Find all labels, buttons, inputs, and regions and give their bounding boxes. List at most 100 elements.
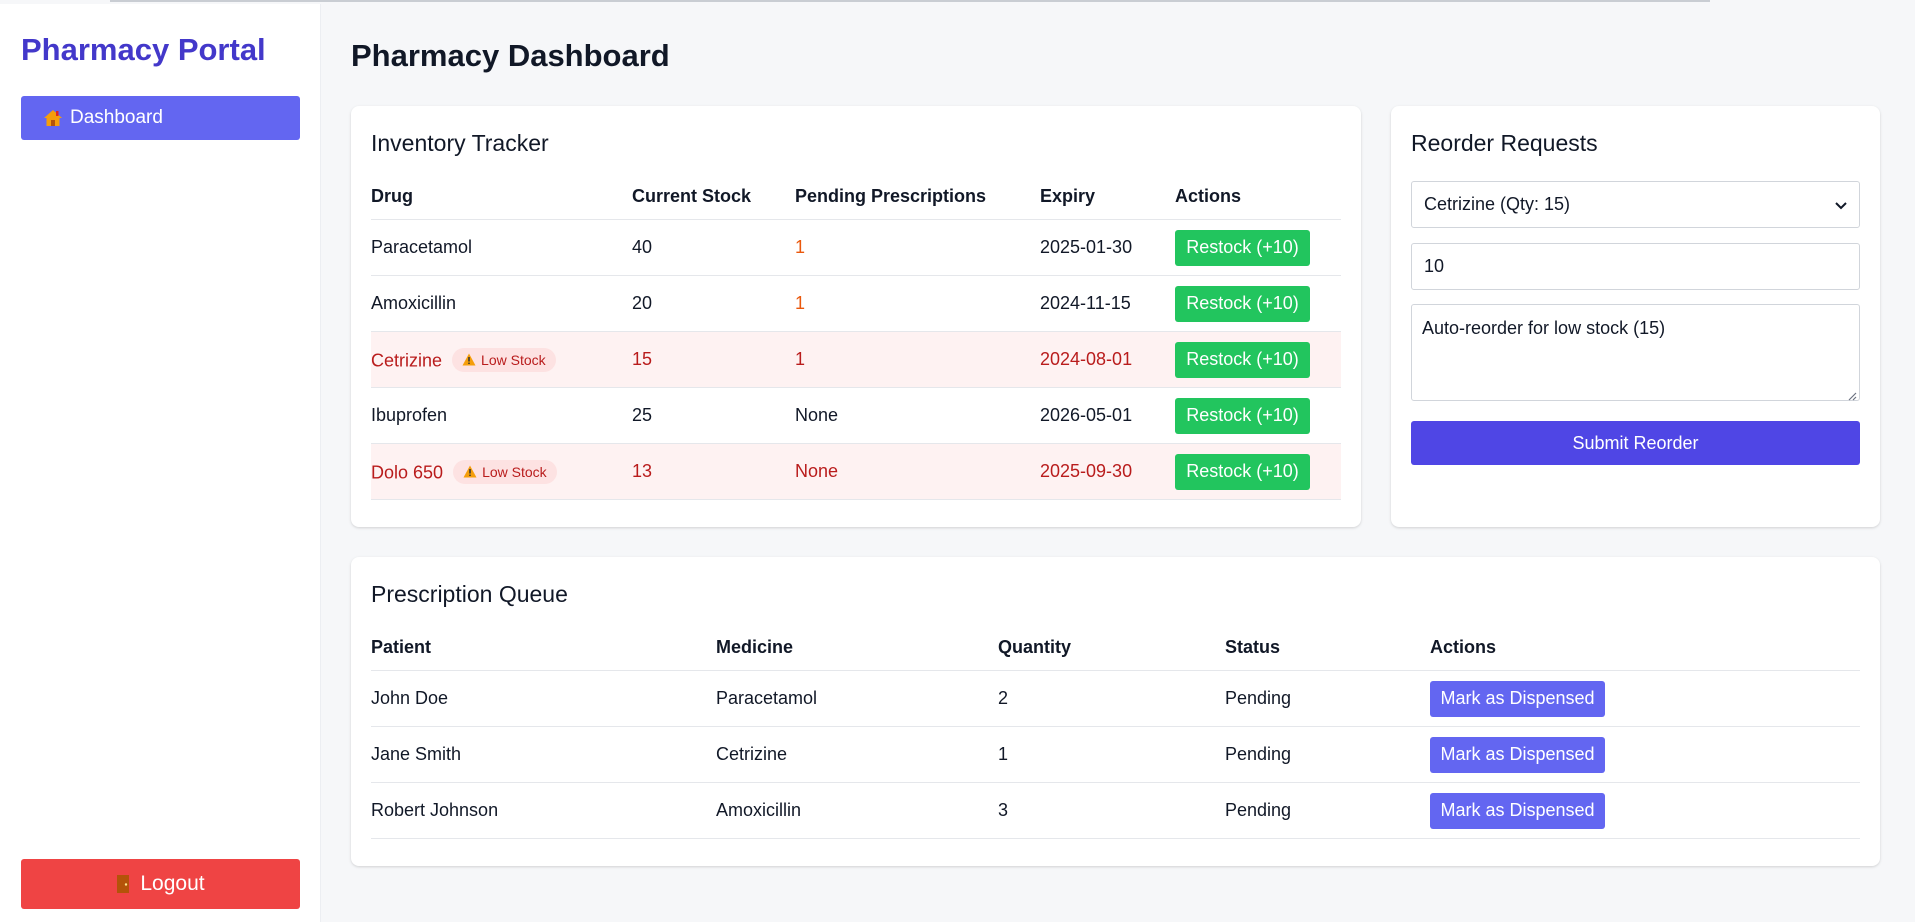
inventory-header-row: Drug Current Stock Pending Prescriptions…	[371, 173, 1341, 220]
drug-name: Amoxicillin	[371, 275, 632, 332]
column-header: Expiry	[1040, 173, 1175, 220]
stock-cell: 25	[632, 387, 795, 444]
table-row: Robert Johnson Amoxicillin 3 Pending Mar…	[371, 782, 1860, 839]
expiry-cell: 2025-01-30	[1040, 219, 1175, 276]
table-row-low-stock: Cetrizine Low Stock 15 1 2024-08-01 Resto…	[371, 331, 1341, 388]
low-stock-badge: Low Stock	[452, 347, 556, 372]
sidebar-item-dashboard[interactable]: Dashboard	[21, 96, 300, 140]
warning-icon	[463, 465, 477, 478]
medicine-cell: Cetrizine	[716, 726, 998, 783]
logout-label: Logout	[140, 872, 205, 895]
drug-cell: Dolo 650 Low Stock	[371, 443, 632, 500]
stock-cell: 13	[632, 443, 795, 500]
house-icon	[43, 109, 63, 127]
status-cell: Pending	[1225, 670, 1430, 727]
table-row: Paracetamol 40 1 2025-01-30 Restock (+10…	[371, 219, 1341, 276]
medicine-cell: Amoxicillin	[716, 782, 998, 839]
expiry-cell: 2026-05-01	[1040, 387, 1175, 444]
medicine-cell: Paracetamol	[716, 670, 998, 727]
note-textarea[interactable]: Auto-reorder for low stock (15)	[1411, 304, 1860, 401]
low-stock-badge: Low Stock	[453, 459, 557, 484]
chevron-down-icon	[1835, 194, 1847, 215]
stock-cell: 40	[632, 219, 795, 276]
actions-cell: Mark as Dispensed	[1430, 670, 1860, 727]
quantity-input[interactable]	[1411, 243, 1860, 290]
column-header: Medicine	[716, 624, 998, 671]
pending-cell: None	[795, 387, 1040, 444]
column-header: Status	[1225, 624, 1430, 671]
badge-label: Low Stock	[481, 351, 546, 368]
sidebar: Pharmacy Portal Dashboard Logout	[0, 4, 321, 922]
pending-cell: None	[795, 443, 1040, 500]
warning-icon	[462, 353, 476, 366]
column-header: Current Stock	[632, 173, 795, 220]
stock-cell: 15	[632, 331, 795, 388]
drug-name: Ibuprofen	[371, 387, 632, 444]
drug-name: Cetrizine	[371, 350, 443, 370]
status-cell: Pending	[1225, 726, 1430, 783]
actions-cell: Restock (+10)	[1175, 387, 1341, 444]
inventory-title: Inventory Tracker	[371, 130, 549, 156]
actions-cell: Restock (+10)	[1175, 331, 1341, 388]
quantity-cell: 2	[998, 670, 1225, 727]
status-cell: Pending	[1225, 782, 1430, 839]
table-row-low-stock: Dolo 650 Low Stock 13 None 2025-09-30 Res…	[371, 443, 1341, 500]
column-header: Actions	[1430, 624, 1860, 671]
column-header: Quantity	[998, 624, 1225, 671]
brand-title: Pharmacy Portal	[21, 32, 266, 67]
patient-cell: John Doe	[371, 670, 716, 727]
sidebar-item-label: Dashboard	[70, 107, 163, 128]
restock-button[interactable]: Restock (+10)	[1175, 453, 1310, 490]
door-icon	[116, 874, 130, 894]
mark-dispensed-button[interactable]: Mark as Dispensed	[1430, 792, 1605, 829]
expiry-cell: 2024-11-15	[1040, 275, 1175, 332]
drug-cell: Cetrizine Low Stock	[371, 331, 632, 388]
restock-button[interactable]: Restock (+10)	[1175, 285, 1310, 322]
table-row: Jane Smith Cetrizine 1 Pending Mark as D…	[371, 726, 1860, 783]
queue-header-row: Patient Medicine Quantity Status Actions	[371, 624, 1860, 671]
inventory-card: Inventory Tracker Drug Current Stock Pen…	[351, 106, 1361, 527]
actions-cell: Mark as Dispensed	[1430, 726, 1860, 783]
mark-dispensed-button[interactable]: Mark as Dispensed	[1430, 680, 1605, 717]
badge-label: Low Stock	[482, 463, 547, 480]
restock-button[interactable]: Restock (+10)	[1175, 341, 1310, 378]
table-row: Ibuprofen 25 None 2026-05-01 Restock (+1…	[371, 387, 1341, 444]
pending-cell: 1	[795, 331, 1040, 388]
submit-reorder-button[interactable]: Submit Reorder	[1411, 421, 1860, 465]
column-header: Patient	[371, 624, 716, 671]
mark-dispensed-button[interactable]: Mark as Dispensed	[1430, 736, 1605, 773]
table-row: Amoxicillin 20 1 2024-11-15 Restock (+10…	[371, 275, 1341, 332]
restock-button[interactable]: Restock (+10)	[1175, 229, 1310, 266]
expiry-cell: 2025-09-30	[1040, 443, 1175, 500]
prescription-queue-card: Prescription Queue Patient Medicine Quan…	[351, 557, 1880, 866]
drug-name: Paracetamol	[371, 219, 632, 276]
table-row: John Doe Paracetamol 2 Pending Mark as D…	[371, 670, 1860, 727]
pending-cell: 1	[795, 219, 1040, 276]
drug-name: Dolo 650	[371, 462, 444, 482]
inventory-table: Drug Current Stock Pending Prescriptions…	[371, 173, 1341, 500]
quantity-cell: 1	[998, 726, 1225, 783]
drug-select[interactable]: Cetrizine (Qty: 15)	[1411, 181, 1860, 228]
drug-select-value: Cetrizine (Qty: 15)	[1424, 194, 1571, 214]
stock-cell: 20	[632, 275, 795, 332]
top-divider	[110, 0, 1710, 2]
expiry-cell: 2024-08-01	[1040, 331, 1175, 388]
queue-table: Patient Medicine Quantity Status Actions…	[371, 624, 1860, 839]
actions-cell: Restock (+10)	[1175, 443, 1341, 500]
column-header: Pending Prescriptions	[795, 173, 1040, 220]
patient-cell: Jane Smith	[371, 726, 716, 783]
column-header: Actions	[1175, 173, 1341, 220]
patient-cell: Robert Johnson	[371, 782, 716, 839]
reorder-title: Reorder Requests	[1411, 130, 1598, 156]
column-header: Drug	[371, 173, 632, 220]
restock-button[interactable]: Restock (+10)	[1175, 397, 1310, 434]
actions-cell: Restock (+10)	[1175, 275, 1341, 332]
pending-cell: 1	[795, 275, 1040, 332]
reorder-card: Reorder Requests Cetrizine (Qty: 15) Aut…	[1391, 106, 1880, 527]
quantity-cell: 3	[998, 782, 1225, 839]
actions-cell: Mark as Dispensed	[1430, 782, 1860, 839]
actions-cell: Restock (+10)	[1175, 219, 1341, 276]
page-title: Pharmacy Dashboard	[351, 38, 670, 73]
logout-button[interactable]: Logout	[21, 859, 300, 909]
queue-title: Prescription Queue	[371, 581, 568, 607]
